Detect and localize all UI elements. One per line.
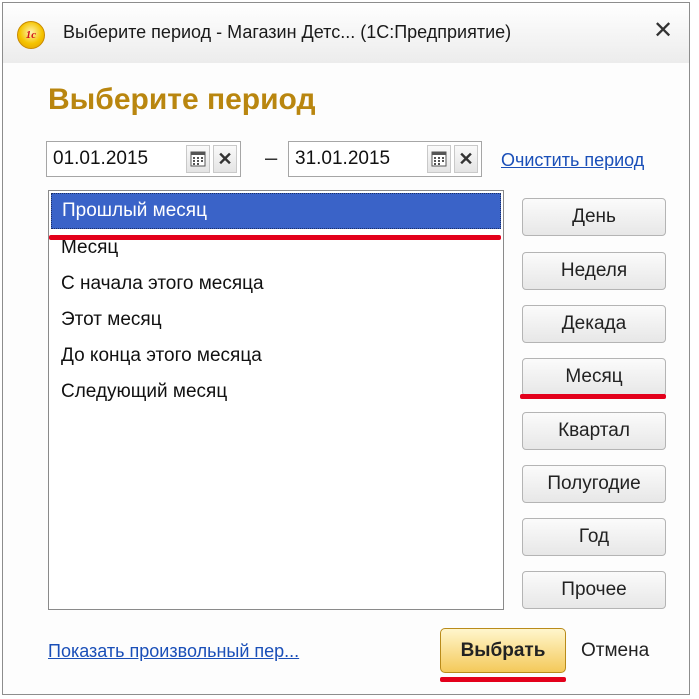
list-item-until-month-end[interactable]: До конца этого месяца [51, 339, 501, 375]
day-button[interactable]: День [522, 198, 666, 236]
period-list[interactable]: Прошлый месяц Месяц С начала этого месяц… [48, 190, 504, 610]
year-button[interactable]: Год [522, 518, 666, 556]
start-date-field[interactable]: 01.01.2015 ✕ [46, 141, 241, 177]
show-custom-period-link[interactable]: Показать произвольный пер... [48, 641, 299, 662]
list-item-since-month-start[interactable]: С начала этого месяца [51, 267, 501, 303]
selection-highlight-mark [49, 235, 501, 240]
quarter-button[interactable]: Квартал [522, 412, 666, 450]
choose-button-highlight-mark [440, 677, 566, 682]
cancel-button[interactable]: Отмена [581, 640, 649, 662]
week-button[interactable]: Неделя [522, 252, 666, 290]
dialog-heading: Выберите период [48, 83, 316, 116]
list-item-next-month[interactable]: Следующий месяц [51, 375, 501, 411]
start-date-value[interactable]: 01.01.2015 [47, 148, 186, 170]
end-date-value[interactable]: 31.01.2015 [289, 148, 427, 170]
calendar-icon[interactable] [186, 145, 210, 173]
date-separator: – [265, 145, 278, 170]
decade-button[interactable]: Декада [522, 305, 666, 343]
clear-period-link[interactable]: Очистить период [501, 150, 644, 171]
choose-button[interactable]: Выбрать [440, 628, 566, 673]
close-icon[interactable]: ✕ [649, 17, 677, 45]
clear-start-date-icon[interactable]: ✕ [213, 145, 237, 173]
calendar-icon[interactable] [427, 145, 451, 173]
list-item-previous-month[interactable]: Прошлый месяц [51, 193, 501, 229]
month-button[interactable]: Месяц [522, 358, 666, 396]
period-dialog: 1c Выберите период - Магазин Детс... (1С… [2, 2, 690, 695]
other-button[interactable]: Прочее [522, 571, 666, 609]
clear-end-date-icon[interactable]: ✕ [454, 145, 478, 173]
list-item-this-month[interactable]: Этот месяц [51, 303, 501, 339]
window-title: Выберите период - Магазин Детс... (1С:Пр… [63, 22, 512, 42]
title-bar: 1c Выберите период - Магазин Детс... (1С… [3, 3, 689, 63]
end-date-field[interactable]: 31.01.2015 ✕ [288, 141, 482, 177]
half-year-button[interactable]: Полугодие [522, 465, 666, 503]
1c-logo-icon: 1c [17, 21, 45, 49]
month-button-highlight-mark [520, 394, 666, 399]
